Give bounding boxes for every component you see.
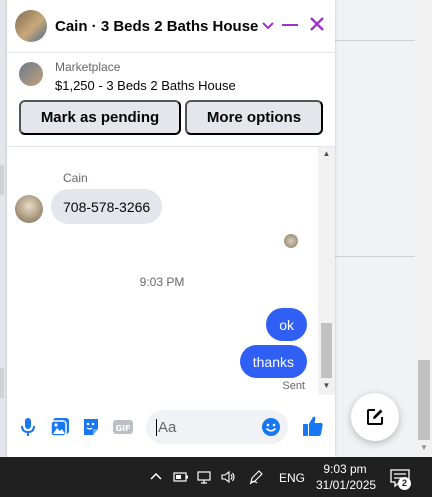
listing-title[interactable]: $1,250 - 3 Beds 2 Baths House xyxy=(55,78,236,94)
page-scrollbar-thumb[interactable] xyxy=(418,360,430,440)
volume-icon[interactable] xyxy=(220,469,236,485)
message-status: Sent xyxy=(282,380,305,392)
gif-icon[interactable]: GIF xyxy=(112,416,134,438)
chat-window: Cain · 3 Beds 2 Baths House Marketplace … xyxy=(7,0,335,457)
chat-scroll-down-arrow[interactable]: ▼ xyxy=(318,381,335,393)
taskbar: ENG 9:03 pm 31/01/2025 2 xyxy=(0,457,432,497)
network-icon[interactable] xyxy=(196,469,212,485)
background-element xyxy=(0,165,4,195)
close-icon[interactable] xyxy=(308,15,326,33)
page-scroll-down-arrow[interactable]: ▼ xyxy=(418,442,430,454)
language-indicator[interactable]: ENG xyxy=(279,471,305,485)
sender-avatar[interactable] xyxy=(15,195,43,223)
notification-count-badge: 2 xyxy=(398,477,411,490)
more-options-button[interactable]: More options xyxy=(185,100,323,135)
marketplace-listing[interactable]: Marketplace $1,250 - 3 Beds 2 Baths Hous… xyxy=(19,60,329,96)
contact-avatar[interactable] xyxy=(15,10,47,42)
background-element xyxy=(0,368,4,398)
text-cursor xyxy=(156,418,157,436)
message-timestamp: 9:03 PM xyxy=(139,275,185,289)
chevron-up-icon[interactable] xyxy=(148,469,164,485)
mark-as-pending-button[interactable]: Mark as pending xyxy=(19,100,181,135)
outgoing-message-bubble[interactable]: ok xyxy=(266,308,307,341)
clock-time: 9:03 pm xyxy=(323,462,367,476)
chat-scrollbar[interactable]: ▲ ▼ xyxy=(318,147,335,395)
chat-scrollbar-thumb[interactable] xyxy=(321,323,332,378)
compose-icon xyxy=(367,409,383,425)
background-divider xyxy=(335,40,415,41)
chat-scroll-up-arrow[interactable]: ▲ xyxy=(318,149,335,161)
sticker-icon[interactable] xyxy=(80,416,102,438)
message-input-placeholder: Aa xyxy=(158,418,177,436)
chevron-down-icon[interactable] xyxy=(262,19,275,33)
clock-date: 31/01/2025 xyxy=(316,478,377,492)
svg-text:GIF: GIF xyxy=(115,424,130,433)
photo-icon[interactable] xyxy=(49,416,71,438)
background-divider xyxy=(335,256,415,257)
listing-thumbnail[interactable] xyxy=(19,62,43,86)
seen-indicator-avatar xyxy=(284,234,298,248)
sender-name: Cain xyxy=(63,171,88,185)
chat-title[interactable]: Cain · 3 Beds 2 Baths House xyxy=(55,18,258,35)
header-divider xyxy=(7,52,335,53)
emoji-icon[interactable] xyxy=(261,417,281,437)
minimize-icon[interactable] xyxy=(281,15,299,33)
thumbs-up-icon[interactable] xyxy=(301,414,325,438)
pen-icon[interactable] xyxy=(248,469,264,485)
message-list: Cain 708-578-3266 9:03 PM ok thanks Sent xyxy=(7,147,317,395)
microphone-icon[interactable] xyxy=(17,416,39,438)
battery-icon[interactable] xyxy=(173,469,189,485)
incoming-message-bubble[interactable]: 708-578-3266 xyxy=(51,189,163,224)
new-message-button[interactable] xyxy=(351,393,399,441)
outgoing-message-bubble[interactable]: thanks xyxy=(239,345,307,378)
message-composer: GIF Aa xyxy=(7,400,335,457)
marketplace-label: Marketplace xyxy=(55,60,121,74)
clock[interactable]: 9:03 pm 31/01/2025 xyxy=(316,461,377,493)
